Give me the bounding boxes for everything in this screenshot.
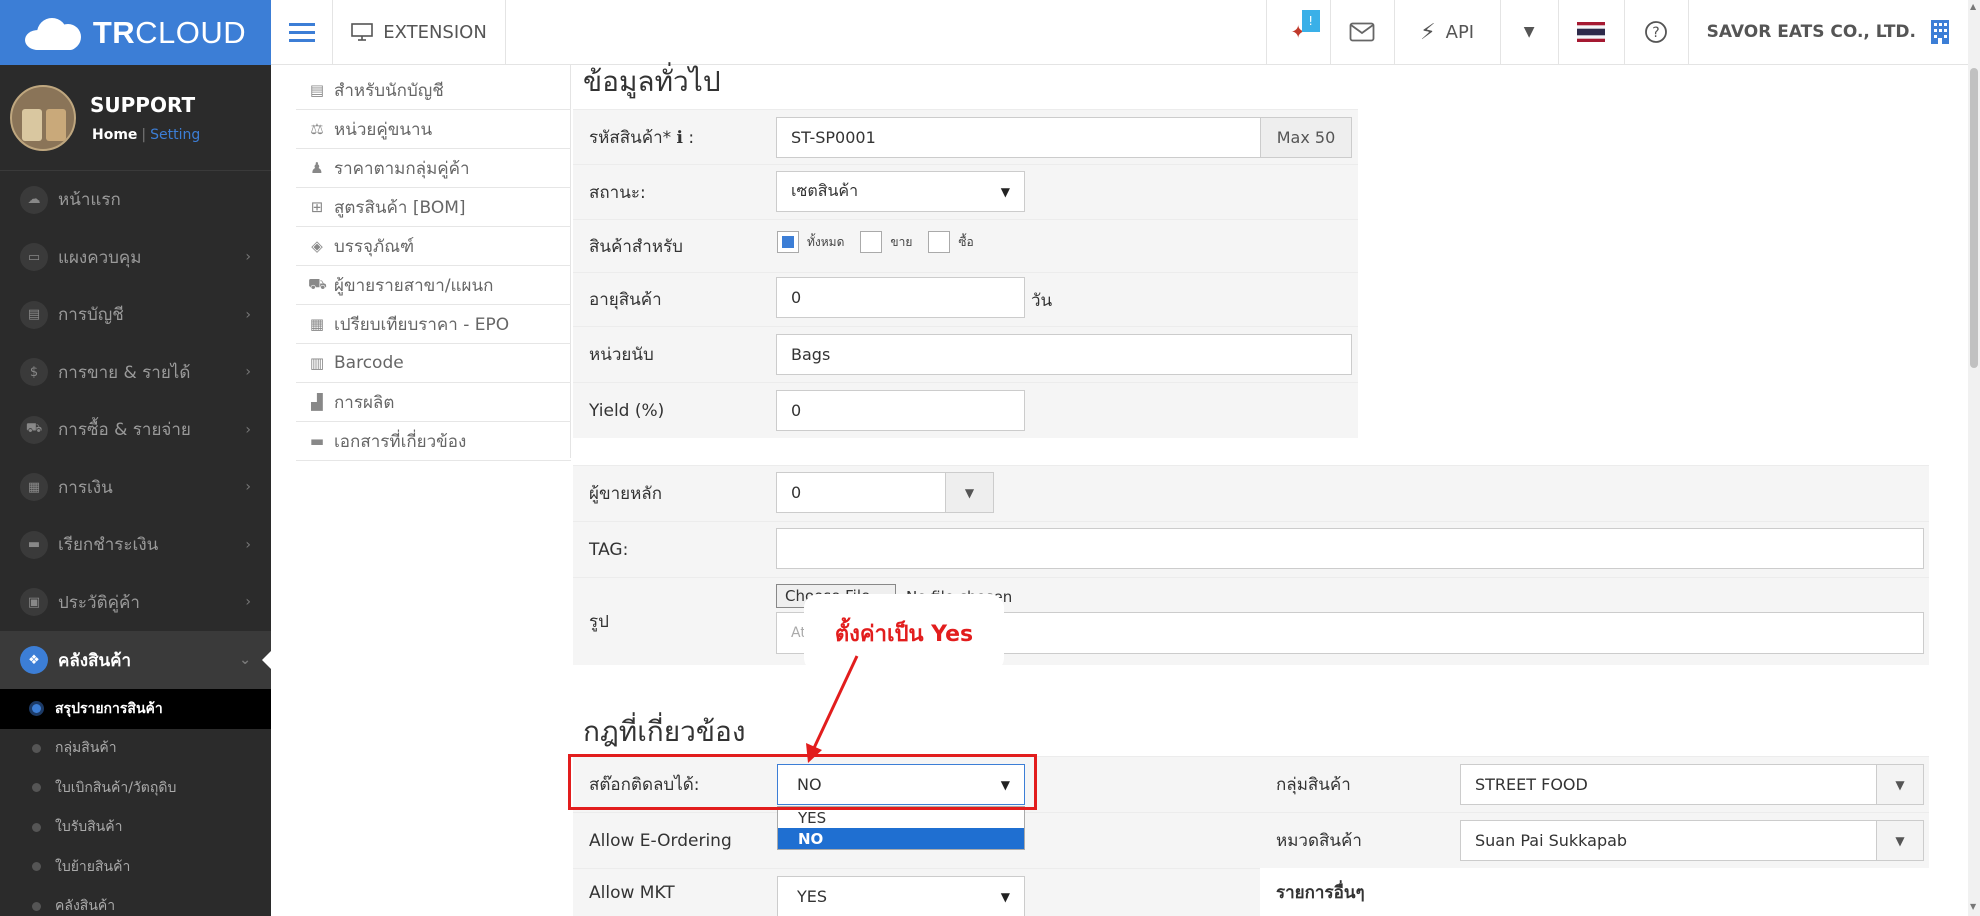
page-scrollbar[interactable]: ▲ ▼: [1968, 0, 1980, 916]
scroll-up-icon[interactable]: ▲: [1970, 2, 1976, 11]
app-window: TRCLOUD EXTENSION ✦ ! ⚡ API ▼ ? SAVOR EA…: [0, 0, 1980, 916]
annotation-arrow: [806, 655, 859, 763]
scroll-down-icon[interactable]: ▼: [1970, 902, 1976, 911]
product-form: ข้อมูลทั่วไป รหัสสินค้า* ℹ : ST-SP0001 M…: [0, 0, 1968, 916]
scrollbar-thumb[interactable]: [1970, 68, 1978, 368]
